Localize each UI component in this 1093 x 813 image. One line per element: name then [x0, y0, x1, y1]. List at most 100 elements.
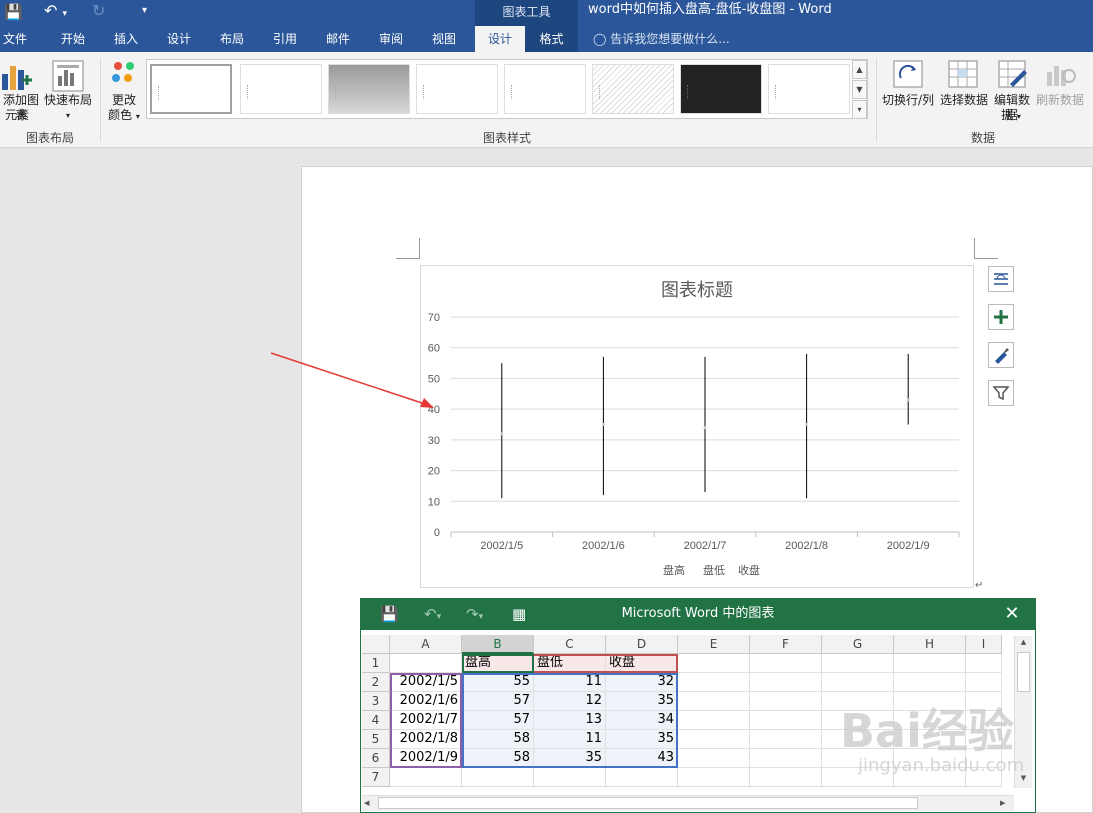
row-header-6[interactable]: 6: [362, 749, 390, 768]
tab-view[interactable]: 视图: [421, 26, 467, 52]
cell-c2[interactable]: 11: [534, 673, 606, 692]
cell-d7[interactable]: [606, 768, 678, 787]
cell-d5[interactable]: 35: [606, 730, 678, 749]
tab-design[interactable]: 设计: [156, 26, 202, 52]
chart-style-7[interactable]: [680, 64, 762, 114]
cell-f2[interactable]: [750, 673, 822, 692]
chart-elements-button[interactable]: [988, 304, 1014, 330]
tab-mailings[interactable]: 邮件: [315, 26, 361, 52]
cell-d6[interactable]: 43: [606, 749, 678, 768]
tab-review[interactable]: 审阅: [368, 26, 414, 52]
cell-h2[interactable]: [894, 673, 966, 692]
cell-c7[interactable]: [534, 768, 606, 787]
gallery-more[interactable]: ▾: [852, 100, 867, 119]
cell-g2[interactable]: [822, 673, 894, 692]
horizontal-scroll-thumb[interactable]: [378, 797, 918, 809]
scroll-left-icon[interactable]: ◀: [364, 797, 376, 810]
gallery-scroll-up[interactable]: ▲: [852, 60, 867, 79]
switch-row-column-label[interactable]: 切换行/列: [878, 93, 938, 108]
tab-insert[interactable]: 插入: [103, 26, 149, 52]
chart-style-5[interactable]: [504, 64, 586, 114]
column-header-c[interactable]: C: [534, 635, 606, 654]
chart-style-2[interactable]: [240, 64, 322, 114]
cell-a3[interactable]: 2002/1/6: [390, 692, 462, 711]
cell-b2[interactable]: 55: [462, 673, 534, 692]
add-chart-element-label-2[interactable]: 元素: [0, 108, 34, 123]
chart-style-8[interactable]: [768, 64, 850, 114]
tab-references[interactable]: 引用: [262, 26, 308, 52]
cell-c6[interactable]: 35: [534, 749, 606, 768]
chart-filters-button[interactable]: [988, 380, 1014, 406]
column-header-h[interactable]: H: [894, 635, 966, 654]
horizontal-scrollbar[interactable]: ◀ ▶: [362, 795, 1014, 811]
edit-data-label-2[interactable]: 据 ▾: [996, 108, 1026, 124]
vertical-scroll-thumb[interactable]: [1017, 652, 1030, 692]
add-chart-element-icon[interactable]: [2, 60, 32, 92]
cell-a2[interactable]: 2002/1/5: [390, 673, 462, 692]
cell-b4[interactable]: 57: [462, 711, 534, 730]
cell-a1[interactable]: [390, 654, 462, 673]
column-header-a[interactable]: A: [390, 635, 462, 654]
cell-a6[interactable]: 2002/1/9: [390, 749, 462, 768]
change-colors-label[interactable]: 更改: [104, 93, 144, 108]
row-header-1[interactable]: 1: [362, 654, 390, 673]
select-all-corner[interactable]: [362, 635, 390, 654]
cell-e7[interactable]: [678, 768, 750, 787]
customize-qat-icon[interactable]: ▾: [142, 2, 154, 20]
cell-a7[interactable]: [390, 768, 462, 787]
cell-d4[interactable]: 34: [606, 711, 678, 730]
chart-style-3[interactable]: [328, 64, 410, 114]
cell-b5[interactable]: 58: [462, 730, 534, 749]
cell-g1[interactable]: [822, 654, 894, 673]
undo-icon[interactable]: ↶ ▾: [44, 1, 74, 21]
cell-d2[interactable]: 32: [606, 673, 678, 692]
cell-f5[interactable]: [750, 730, 822, 749]
tab-chart-design[interactable]: 设计: [475, 26, 525, 52]
cell-c5[interactable]: 11: [534, 730, 606, 749]
cell-b1[interactable]: 盘高: [462, 654, 534, 673]
chart-style-4[interactable]: [416, 64, 498, 114]
edit-data-icon[interactable]: [998, 60, 1028, 88]
row-header-5[interactable]: 5: [362, 730, 390, 749]
cell-c4[interactable]: 13: [534, 711, 606, 730]
cell-i1[interactable]: [966, 654, 1002, 673]
column-header-i[interactable]: I: [966, 635, 1002, 654]
cell-b7[interactable]: [462, 768, 534, 787]
row-header-2[interactable]: 2: [362, 673, 390, 692]
cell-f6[interactable]: [750, 749, 822, 768]
tab-chart-format[interactable]: 格式: [525, 26, 578, 52]
palette-icon[interactable]: [110, 60, 140, 90]
cell-e3[interactable]: [678, 692, 750, 711]
cell-c1[interactable]: 盘低: [534, 654, 606, 673]
cell-a4[interactable]: 2002/1/7: [390, 711, 462, 730]
cell-f1[interactable]: [750, 654, 822, 673]
tell-me-search[interactable]: ◯ 告诉我您想要做什么...: [593, 26, 730, 52]
cell-c3[interactable]: 12: [534, 692, 606, 711]
cell-e1[interactable]: [678, 654, 750, 673]
change-colors-label-2[interactable]: 颜色 ▾: [104, 108, 144, 124]
select-data-icon[interactable]: [948, 60, 978, 88]
cell-f3[interactable]: [750, 692, 822, 711]
cell-e5[interactable]: [678, 730, 750, 749]
cell-e4[interactable]: [678, 711, 750, 730]
cell-e2[interactable]: [678, 673, 750, 692]
cell-b6[interactable]: 58: [462, 749, 534, 768]
cell-b3[interactable]: 57: [462, 692, 534, 711]
layout-options-button[interactable]: [988, 266, 1014, 292]
cell-i2[interactable]: [966, 673, 1002, 692]
tab-home[interactable]: 开始: [50, 26, 96, 52]
column-header-e[interactable]: E: [678, 635, 750, 654]
chart-plot[interactable]: 0 10 20 30 40 50 60 70 2002/1/5 2002/1/6 2002/1/7 2…: [420, 265, 974, 588]
cell-f7[interactable]: [750, 768, 822, 787]
cell-d1[interactable]: 收盘: [606, 654, 678, 673]
tab-file[interactable]: 文件: [0, 26, 30, 52]
close-icon[interactable]: ✕: [1000, 601, 1024, 627]
cell-h1[interactable]: [894, 654, 966, 673]
quick-layout-label[interactable]: 快速布局: [42, 93, 94, 108]
row-header-3[interactable]: 3: [362, 692, 390, 711]
gallery-scroll-down[interactable]: ▼: [852, 80, 867, 99]
column-header-d[interactable]: D: [606, 635, 678, 654]
redo-icon[interactable]: ↻: [92, 1, 110, 21]
chart-style-1[interactable]: [150, 64, 232, 114]
scroll-right-icon[interactable]: ▶: [1000, 797, 1012, 810]
